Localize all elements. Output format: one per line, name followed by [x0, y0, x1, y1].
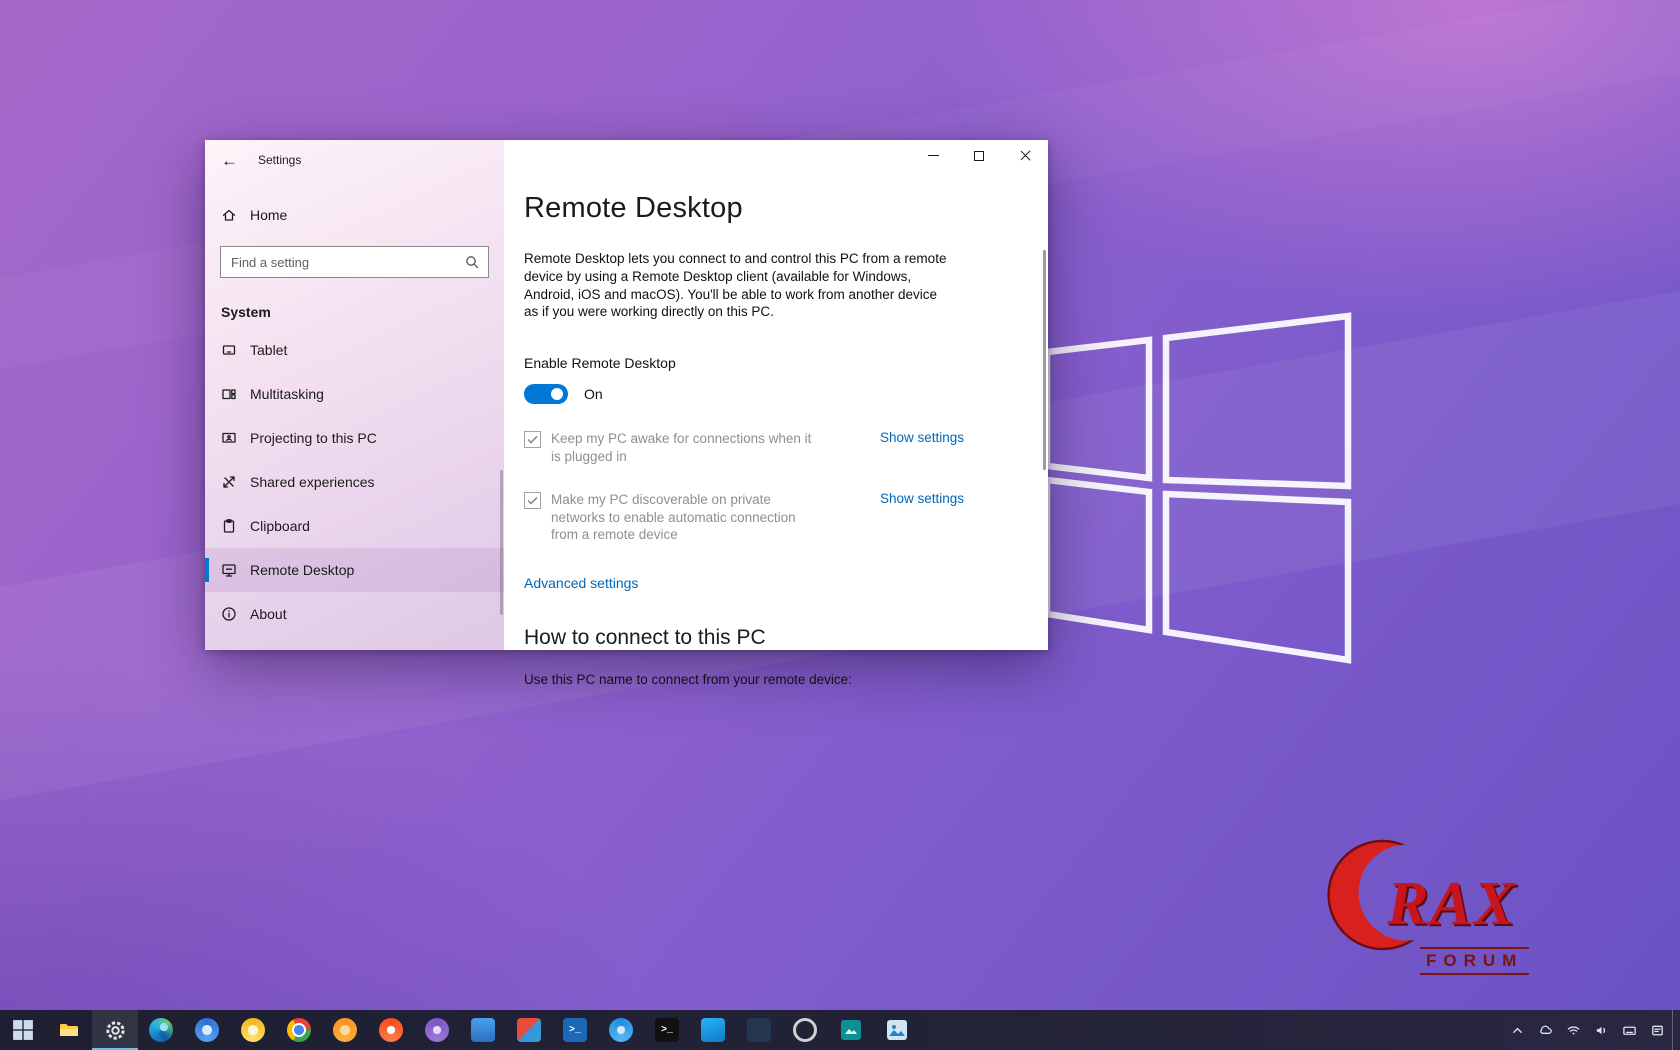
brave-icon[interactable] [368, 1010, 414, 1050]
chrome-icon[interactable] [276, 1010, 322, 1050]
remote-desktop-icon [221, 562, 237, 578]
search-icon[interactable] [464, 254, 480, 270]
multitasking-icon [221, 386, 237, 402]
sidebar-item-remote-desktop[interactable]: Remote Desktop [205, 548, 504, 592]
maximize-icon [974, 151, 984, 161]
navy-app-icon[interactable] [736, 1010, 782, 1050]
sidebar-item-label: Clipboard [250, 518, 310, 534]
sidebar-item-tablet[interactable]: Tablet [205, 328, 504, 372]
settings-sidebar: ← Settings Home System Table [205, 140, 504, 650]
sidebar-item-label: Projecting to this PC [250, 430, 377, 446]
sidebar-scrollbar[interactable] [500, 470, 503, 615]
purple-app-icon[interactable] [414, 1010, 460, 1050]
sidebar-home-label: Home [250, 207, 287, 223]
settings-gear-icon[interactable] [92, 1010, 138, 1050]
page-description: Remote Desktop lets you connect to and c… [524, 250, 952, 321]
desktop: ← Settings Home System Table [0, 0, 1680, 1050]
tablet-icon [221, 342, 237, 358]
watermark: RAX FORUM [1325, 835, 1575, 995]
powershell-icon[interactable]: >_ [552, 1010, 598, 1050]
close-icon [1019, 149, 1032, 162]
sidebar-item-label: Multitasking [250, 386, 324, 402]
volume-icon[interactable] [1588, 1010, 1614, 1050]
projecting-icon [221, 430, 237, 446]
sidebar-item-label: Remote Desktop [250, 562, 354, 578]
toggle-state-label: On [584, 386, 603, 402]
chrome-canary-icon[interactable] [230, 1010, 276, 1050]
sidebar-item-multitasking[interactable]: Multitasking [205, 372, 504, 416]
option-label: Make my PC discoverable on private netwo… [551, 491, 823, 544]
settings-content: Remote Desktop Remote Desktop lets you c… [504, 140, 1048, 650]
sidebar-item-label: Tablet [250, 342, 287, 358]
keyboard-icon[interactable] [1616, 1010, 1642, 1050]
keep-awake-checkbox[interactable] [524, 431, 541, 448]
taskbar: >_ >_ [0, 1010, 1680, 1050]
content-scrollbar[interactable] [1043, 250, 1046, 470]
sidebar-item-home[interactable]: Home [205, 196, 504, 234]
settings-window: ← Settings Home System Table [205, 140, 1048, 650]
teal-app-icon[interactable] [828, 1010, 874, 1050]
watermark-subtitle: FORUM [1420, 947, 1529, 975]
network-icon[interactable] [1560, 1010, 1586, 1050]
option-keep-awake: Keep my PC awake for connections when it… [524, 430, 964, 465]
photos-icon[interactable] [874, 1010, 920, 1050]
start-icon[interactable] [0, 1010, 46, 1050]
sidebar-item-label: Shared experiences [250, 474, 375, 490]
red-blue-app-icon[interactable] [506, 1010, 552, 1050]
watermark-brand: RAX [1387, 869, 1517, 940]
pc-name-instruction: Use this PC name to connect from your re… [524, 672, 1048, 687]
how-to-connect-title: How to connect to this PC [524, 626, 1048, 650]
enable-remote-desktop-label: Enable Remote Desktop [524, 355, 1048, 371]
option-discoverable: Make my PC discoverable on private netwo… [524, 491, 964, 544]
command-prompt-icon[interactable]: >_ [644, 1010, 690, 1050]
search-input[interactable] [231, 255, 464, 270]
file-explorer-icon[interactable] [46, 1010, 92, 1050]
option-label: Keep my PC awake for connections when it… [551, 430, 823, 465]
sidebar-item-projecting[interactable]: Projecting to this PC [205, 416, 504, 460]
maximize-button[interactable] [956, 140, 1002, 171]
vscode-icon[interactable] [690, 1010, 736, 1050]
shared-experiences-icon [221, 474, 237, 490]
sidebar-section-title: System [205, 304, 504, 320]
silver-app-icon[interactable] [782, 1010, 828, 1050]
edge-icon[interactable] [138, 1010, 184, 1050]
back-button[interactable]: ← [221, 152, 238, 169]
home-icon [221, 207, 237, 223]
window-title: Settings [258, 153, 301, 167]
cloud-icon[interactable] [1532, 1010, 1558, 1050]
system-tray [1504, 1010, 1680, 1050]
clipboard-icon [221, 518, 237, 534]
search-box[interactable] [220, 246, 489, 278]
show-desktop-button[interactable] [1672, 1010, 1678, 1050]
chrome-dev-icon[interactable] [184, 1010, 230, 1050]
about-icon [221, 606, 237, 622]
discoverable-checkbox[interactable] [524, 492, 541, 509]
sidebar-item-shared-experiences[interactable]: Shared experiences [205, 460, 504, 504]
remote-desktop-toggle[interactable] [524, 384, 568, 404]
titlebar: ← Settings [205, 140, 504, 180]
minimize-button[interactable] [910, 140, 956, 171]
action-center-icon[interactable] [1644, 1010, 1670, 1050]
sidebar-item-clipboard[interactable]: Clipboard [205, 504, 504, 548]
page-title: Remote Desktop [524, 192, 1048, 225]
close-button[interactable] [1002, 140, 1048, 171]
advanced-settings-link[interactable]: Advanced settings [524, 575, 638, 591]
sidebar-item-about[interactable]: About [205, 592, 504, 636]
show-settings-link-1[interactable]: Show settings [880, 430, 964, 445]
blue-app-icon[interactable] [598, 1010, 644, 1050]
blue-files-app-icon[interactable] [460, 1010, 506, 1050]
orange-app-icon[interactable] [322, 1010, 368, 1050]
chevron-up-icon[interactable] [1504, 1010, 1530, 1050]
show-settings-link-2[interactable]: Show settings [880, 491, 964, 506]
sidebar-item-label: About [250, 606, 287, 622]
window-controls [910, 140, 1048, 171]
minimize-icon [928, 155, 939, 156]
